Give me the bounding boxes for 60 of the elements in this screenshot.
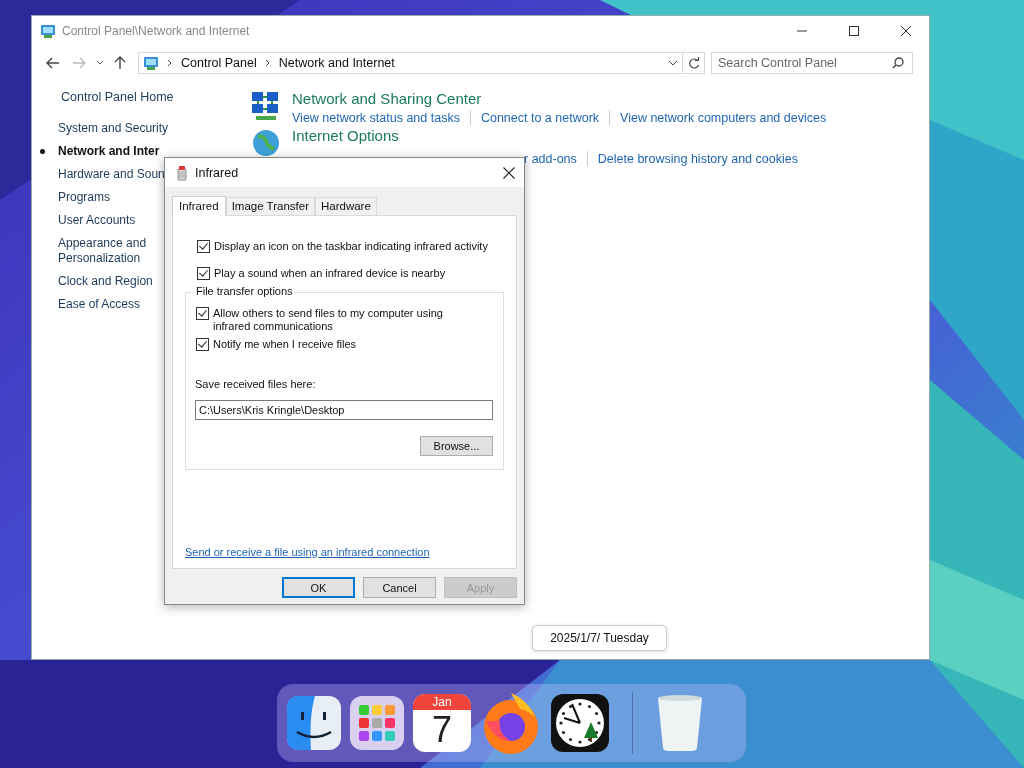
close-icon [503,166,515,179]
app-grid-icon[interactable] [350,696,404,750]
checkbox[interactable] [197,267,210,280]
task-link[interactable]: View network computers and devices [620,110,827,125]
sidebar-link[interactable]: Control Panel Home [61,90,230,105]
maximize-icon [849,26,859,36]
up-arrow-icon[interactable] [114,56,126,70]
search-field[interactable]: Search Control Panel [711,52,913,74]
dialog-title: Infrared [195,165,239,180]
clock-icon[interactable] [551,694,609,752]
close-icon [901,26,911,36]
control-panel-icon [40,23,56,39]
sidebar-link[interactable]: User Accounts [58,213,136,228]
checkbox[interactable] [197,240,210,253]
browse-button[interactable]: Browse... [420,436,493,456]
chevron-right-icon [167,59,173,67]
tab[interactable]: Hardware [315,197,377,215]
search-icon [892,57,904,69]
dialog-button[interactable]: OK [282,577,355,598]
task-link[interactable]: View network status and tasks [292,110,460,125]
refresh-button[interactable] [683,52,705,74]
path-field[interactable]: C:\Users\Kris Kringle\Desktop [195,400,493,420]
tab[interactable]: Image Transfer [225,197,315,215]
category-link[interactable]: Internet Options [292,127,798,145]
dialog-button[interactable]: Cancel [363,577,436,598]
checkbox-label: Display an icon on the taskbar indicating infrared activity [214,240,488,253]
date-tooltip: 2025/1/7/ Tuesday [532,625,667,651]
task-link[interactable]: Delete browsing history and cookies [597,151,798,166]
window-title: Control Panel\Network and Internet [62,24,250,38]
chevron-down-icon[interactable] [96,60,104,66]
checkbox-label: Play a sound when an infrared device is nearby [214,267,446,280]
sidebar-link[interactable]: System and Security [58,121,169,136]
checkbox-label: Allow others to send files to my computer using infrared communications [213,307,444,333]
field-label: Save received files here: [195,378,317,390]
category-link[interactable]: Network and Sharing Center [292,90,827,108]
checkbox[interactable] [196,307,209,320]
chevron-right-icon [264,59,271,67]
group-title: File transfer options [194,285,295,297]
sidebar-link[interactable]: Clock and Region [58,274,153,289]
breadcrumb-item[interactable]: Control Panel [181,56,257,70]
calendar-icon[interactable]: Jan 7 [413,694,471,752]
infrared-device-icon [175,164,189,181]
back-arrow-icon[interactable] [46,57,60,69]
dropdown-chevron-icon[interactable] [668,60,678,66]
control-panel-icon [143,55,159,71]
breadcrumb-item[interactable]: Network and Internet [278,56,395,70]
refresh-icon [687,57,700,69]
sidebar-link[interactable]: Programs [58,190,110,205]
checkbox-label: Notify me when I receive files [213,338,358,351]
sidebar-link[interactable]: Network and Inter [58,144,160,159]
task-link[interactable]: r add-ons [524,151,577,166]
globe-icon [250,127,282,159]
smiling-face-icon[interactable] [287,696,341,750]
tab[interactable]: Infrared [172,196,226,216]
address-bar[interactable]: Control Panel Network and Internet [138,52,683,74]
sidebar-link[interactable]: Hardware and Soun [58,167,165,182]
checkbox[interactable] [196,338,209,351]
sidebar-link[interactable]: Ease of Access [58,297,141,312]
infrared-link[interactable]: Send or receive a file using an infrared connection [185,546,430,558]
task-link[interactable]: Connect to a network [480,110,600,125]
